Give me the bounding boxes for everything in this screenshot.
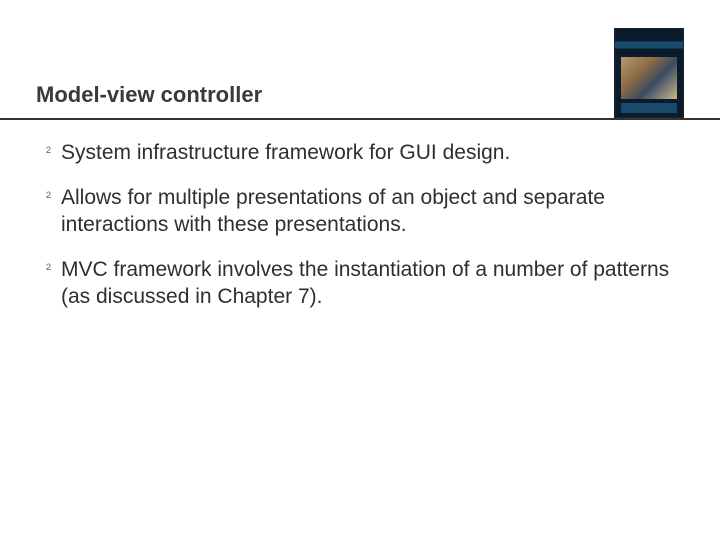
bullet-item: ² System infrastructure framework for GU…: [46, 140, 674, 167]
slide-body: ² System infrastructure framework for GU…: [0, 120, 720, 310]
bullet-text: MVC framework involves the instantiation…: [61, 257, 674, 311]
book-cover-image: [614, 28, 684, 118]
bullet-glyph: ²: [46, 260, 51, 279]
title-row: Model-view controller: [0, 0, 720, 118]
bullet-glyph: ²: [46, 143, 51, 162]
bullet-item: ² MVC framework involves the instantiati…: [46, 257, 674, 311]
bullet-glyph: ²: [46, 188, 51, 207]
bullet-text: System infrastructure framework for GUI …: [61, 140, 674, 167]
bullet-text: Allows for multiple presentations of an …: [61, 185, 674, 239]
slide: Model-view controller ² System infrastru…: [0, 0, 720, 540]
slide-title: Model-view controller: [36, 82, 262, 118]
bullet-item: ² Allows for multiple presentations of a…: [46, 185, 674, 239]
